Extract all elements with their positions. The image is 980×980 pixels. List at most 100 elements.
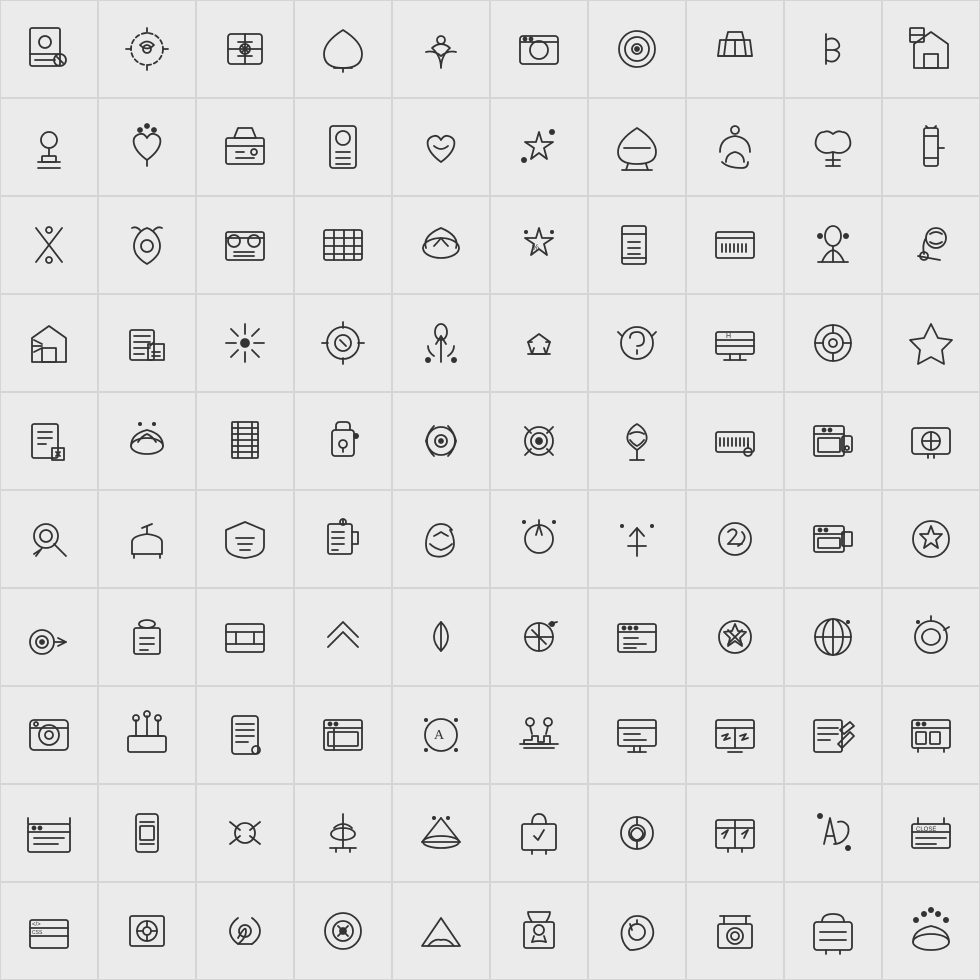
cell-5-2 xyxy=(98,392,196,490)
cell-8-5: A xyxy=(392,686,490,784)
cell-10-8 xyxy=(686,882,784,980)
cell-5-4 xyxy=(294,392,392,490)
svg-text:CSS: CSS xyxy=(32,930,43,936)
cell-1-8 xyxy=(686,0,784,98)
cell-7-8 xyxy=(686,588,784,686)
cell-4-2 xyxy=(98,294,196,392)
cell-8-8 xyxy=(686,686,784,784)
cell-9-6 xyxy=(490,784,588,882)
cell-8-4 xyxy=(294,686,392,784)
cell-4-10 xyxy=(882,294,980,392)
cell-8-1 xyxy=(0,686,98,784)
cell-8-3 xyxy=(196,686,294,784)
cell-2-4 xyxy=(294,98,392,196)
cell-2-3 xyxy=(196,98,294,196)
cell-2-9 xyxy=(784,98,882,196)
cell-2-7 xyxy=(588,98,686,196)
cell-6-7 xyxy=(588,490,686,588)
cell-7-4 xyxy=(294,588,392,686)
cell-1-10 xyxy=(882,0,980,98)
cell-9-7 xyxy=(588,784,686,882)
cell-2-2 xyxy=(98,98,196,196)
cell-10-5 xyxy=(392,882,490,980)
cell-5-1 xyxy=(0,392,98,490)
cell-2-1 xyxy=(0,98,98,196)
cell-3-5 xyxy=(392,196,490,294)
icon-grid: % xyxy=(0,0,980,980)
cell-10-6 xyxy=(490,882,588,980)
cell-3-8 xyxy=(686,196,784,294)
cell-7-2 xyxy=(98,588,196,686)
cell-1-2 xyxy=(98,0,196,98)
cell-5-8 xyxy=(686,392,784,490)
cell-3-10 xyxy=(882,196,980,294)
cell-6-1 xyxy=(0,490,98,588)
svg-text:</>: </> xyxy=(32,922,41,928)
cell-3-7 xyxy=(588,196,686,294)
cell-9-8 xyxy=(686,784,784,882)
cell-5-7 xyxy=(588,392,686,490)
cell-10-4 xyxy=(294,882,392,980)
cell-8-10 xyxy=(882,686,980,784)
cell-10-9 xyxy=(784,882,882,980)
cell-9-3 xyxy=(196,784,294,882)
cell-9-4 xyxy=(294,784,392,882)
cell-6-9 xyxy=(784,490,882,588)
cell-2-8 xyxy=(686,98,784,196)
cell-3-4 xyxy=(294,196,392,294)
cell-10-1: </> CSS xyxy=(0,882,98,980)
cell-1-9 xyxy=(784,0,882,98)
cell-1-3 xyxy=(196,0,294,98)
cell-1-7 xyxy=(588,0,686,98)
cell-10-2 xyxy=(98,882,196,980)
cell-4-6 xyxy=(490,294,588,392)
cell-9-5 xyxy=(392,784,490,882)
cell-6-2 xyxy=(98,490,196,588)
cell-10-3 xyxy=(196,882,294,980)
cell-1-6 xyxy=(490,0,588,98)
svg-text:CLOSE: CLOSE xyxy=(916,827,936,833)
svg-text:%: % xyxy=(532,243,539,252)
cell-9-10: CLOSE xyxy=(882,784,980,882)
cell-7-5 xyxy=(392,588,490,686)
cell-6-4 xyxy=(294,490,392,588)
cell-9-9 xyxy=(784,784,882,882)
cell-5-3 xyxy=(196,392,294,490)
cell-1-1 xyxy=(0,0,98,98)
cell-7-6 xyxy=(490,588,588,686)
cell-8-2 xyxy=(98,686,196,784)
cell-3-3 xyxy=(196,196,294,294)
cell-9-2 xyxy=(98,784,196,882)
cell-7-1 xyxy=(0,588,98,686)
cell-4-5 xyxy=(392,294,490,392)
cell-1-4 xyxy=(294,0,392,98)
cell-4-9 xyxy=(784,294,882,392)
cell-7-9 xyxy=(784,588,882,686)
cell-7-3 xyxy=(196,588,294,686)
cell-10-10 xyxy=(882,882,980,980)
cell-6-8 xyxy=(686,490,784,588)
cell-10-7 xyxy=(588,882,686,980)
cell-4-7 xyxy=(588,294,686,392)
cell-1-5 xyxy=(392,0,490,98)
cell-3-1 xyxy=(0,196,98,294)
svg-text:H: H xyxy=(726,333,731,340)
cell-2-6 xyxy=(490,98,588,196)
cell-5-5 xyxy=(392,392,490,490)
cell-8-7 xyxy=(588,686,686,784)
cell-4-3 xyxy=(196,294,294,392)
cell-8-9 xyxy=(784,686,882,784)
cell-4-1 xyxy=(0,294,98,392)
cell-2-10 xyxy=(882,98,980,196)
cell-2-5 xyxy=(392,98,490,196)
cell-6-5 xyxy=(392,490,490,588)
cell-3-9 xyxy=(784,196,882,294)
cell-5-6 xyxy=(490,392,588,490)
cell-4-4 xyxy=(294,294,392,392)
cell-3-6: % xyxy=(490,196,588,294)
cell-5-9 xyxy=(784,392,882,490)
cell-9-1 xyxy=(0,784,98,882)
cell-6-6 xyxy=(490,490,588,588)
svg-text:A: A xyxy=(434,728,445,743)
cell-7-7 xyxy=(588,588,686,686)
